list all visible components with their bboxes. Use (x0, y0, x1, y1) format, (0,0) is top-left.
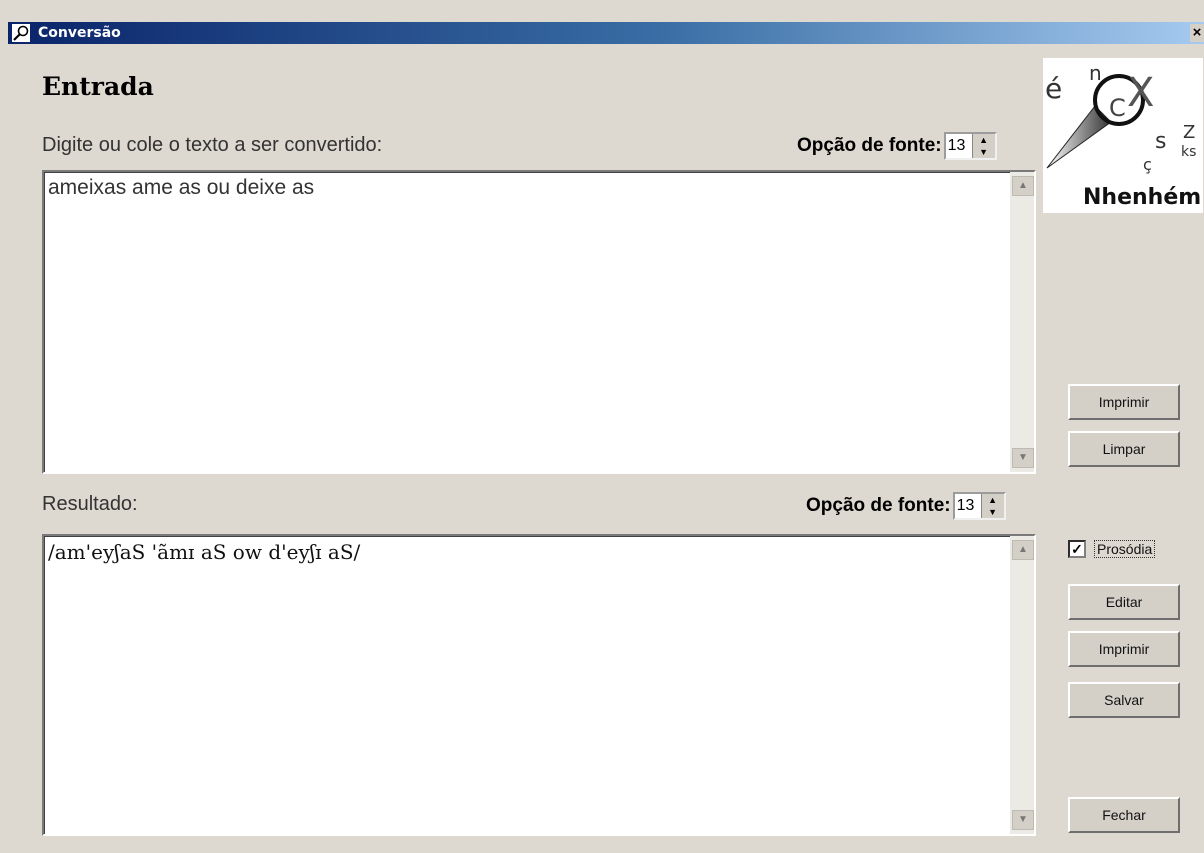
svg-text:X: X (1127, 70, 1154, 116)
check-icon: ✓ (1071, 541, 1083, 557)
spin-down-icon[interactable]: ▼ (982, 506, 1004, 518)
logo-wordmark: Nhenhém (1083, 185, 1201, 210)
scroll-up-icon[interactable]: ▲ (1012, 540, 1034, 560)
title-bar: Conversão × (8, 22, 1204, 44)
print-result-button[interactable]: Imprimir (1068, 631, 1180, 667)
svg-text:s: s (1155, 129, 1166, 154)
input-prompt: Digite ou cole o texto a ser convertido: (42, 134, 383, 156)
input-font-option-label: Opção de fonte: (797, 135, 942, 156)
print-input-button[interactable]: Imprimir (1068, 384, 1180, 420)
close-icon[interactable]: × (1190, 24, 1204, 42)
spin-up-icon[interactable]: ▲ (973, 134, 995, 146)
magnifier-icon: é n C X Z ks s ç Nhenhém (1045, 61, 1201, 210)
result-font-size-spinner[interactable]: 13 ▲ ▼ (952, 492, 1006, 520)
result-label: Resultado: (42, 493, 138, 515)
close-button[interactable]: Fechar (1068, 797, 1180, 833)
save-button[interactable]: Salvar (1068, 682, 1180, 718)
result-scrollbar[interactable]: ▲ ▼ (1010, 536, 1034, 834)
edit-button[interactable]: Editar (1068, 584, 1180, 620)
prosody-checkbox[interactable]: ✓ (1068, 540, 1086, 558)
svg-text:Z: Z (1183, 122, 1195, 143)
svg-text:C: C (1109, 94, 1126, 122)
scroll-down-icon[interactable]: ▼ (1012, 448, 1034, 468)
result-font-size-value[interactable]: 13 (955, 494, 981, 518)
spin-down-icon[interactable]: ▼ (973, 146, 995, 158)
input-heading: Entrada (42, 72, 154, 101)
svg-text:ks: ks (1181, 144, 1196, 160)
clear-button[interactable]: Limpar (1068, 431, 1180, 467)
scroll-down-icon[interactable]: ▼ (1012, 810, 1034, 830)
input-text[interactable]: ameixas ame as ou deixe as (48, 176, 1004, 200)
nhenhem-logo: é n C X Z ks s ç Nhenhém (1043, 58, 1203, 213)
input-textarea[interactable]: ameixas ame as ou deixe as ▲ ▼ (42, 170, 1036, 474)
svg-text:ç: ç (1143, 155, 1152, 174)
input-scrollbar[interactable]: ▲ ▼ (1010, 172, 1034, 472)
window-title: Conversão (38, 25, 121, 41)
prosody-label[interactable]: Prosódia (1094, 540, 1156, 558)
svg-text:n: n (1089, 61, 1102, 85)
input-font-size-value[interactable]: 13 (946, 134, 972, 158)
result-font-option: Opção de fonte: 13 ▲ ▼ (806, 492, 1006, 520)
app-icon (12, 24, 30, 42)
spin-up-icon[interactable]: ▲ (982, 494, 1004, 506)
prosody-option[interactable]: ✓ Prosódia (1068, 540, 1156, 558)
input-font-size-spinner[interactable]: 13 ▲ ▼ (943, 132, 997, 160)
result-font-option-label: Opção de fonte: (806, 495, 951, 516)
input-font-option: Opção de fonte: 13 ▲ ▼ (797, 132, 997, 160)
scroll-up-icon[interactable]: ▲ (1012, 176, 1034, 196)
svg-text:é: é (1045, 72, 1062, 105)
result-textarea[interactable]: /am'eyʃaS 'ãmɪ aS ow d'eyʃɪ aS/ ▲ ▼ (42, 534, 1036, 836)
result-text[interactable]: /am'eyʃaS 'ãmɪ aS ow d'eyʃɪ aS/ (48, 540, 1004, 564)
